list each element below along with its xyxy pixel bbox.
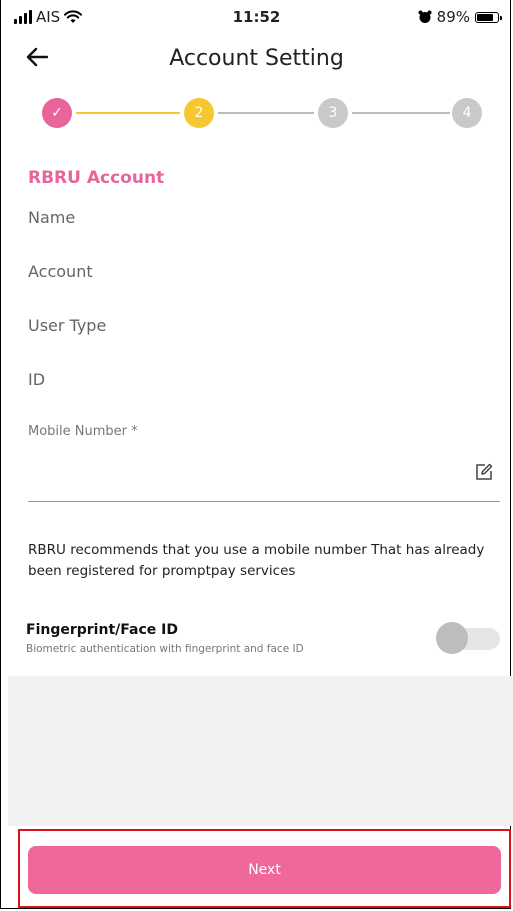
check-icon: ✓ [51,105,63,121]
status-bar: AIS 11:52 89% [0,0,513,36]
step-2-active: 2 [184,98,214,128]
header: Account Setting [0,40,513,84]
status-right: 89% [418,8,502,26]
step-connector-1 [76,112,180,114]
field-id-label: ID [28,370,46,389]
step-3: 3 [318,98,348,128]
step-3-label: 3 [328,105,338,121]
page-title: Account Setting [169,46,344,71]
field-user-type-label: User Type [28,316,107,335]
step-connector-2 [218,112,314,114]
field-name-label: Name [28,208,76,227]
step-connector-3 [352,112,450,114]
mobile-number-input[interactable] [28,450,500,502]
step-4-label: 4 [462,105,472,121]
progress-stepper: ✓ 2 3 4 [42,98,484,132]
biometric-subtitle: Biometric authentication with fingerprin… [26,643,304,655]
battery-percent: 89% [436,8,470,26]
biometric-title: Fingerprint/Face ID [26,622,178,638]
battery-icon [475,11,502,23]
field-account-label: Account [28,262,93,281]
biometric-toggle[interactable] [436,622,500,654]
toggle-knob [436,622,468,654]
alarm-icon [418,10,432,23]
step-1-done: ✓ [42,98,72,128]
edit-icon[interactable] [474,462,494,486]
section-title: RBRU Account [28,168,165,188]
next-button[interactable]: Next [28,846,501,894]
step-2-label: 2 [194,105,204,121]
mobile-number-label: Mobile Number * [28,424,138,439]
step-4: 4 [452,98,482,128]
empty-content-area [8,676,513,826]
mobile-number-note: RBRU recommends that you use a mobile nu… [28,542,485,579]
